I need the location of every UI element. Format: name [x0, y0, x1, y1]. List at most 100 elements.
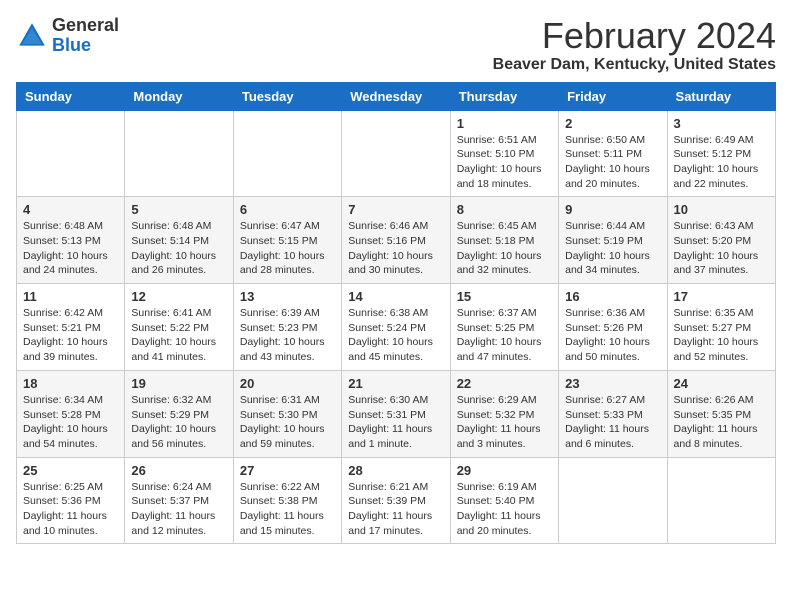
calendar-cell: 14 Sunrise: 6:38 AM Sunset: 5:24 PM Dayli… — [342, 284, 450, 371]
day-info: Sunrise: 6:32 AM Sunset: 5:29 PM Dayligh… — [131, 393, 226, 452]
day-number: 2 — [565, 116, 660, 131]
header: General Blue February 2024 Beaver Dam, K… — [16, 16, 776, 74]
calendar-cell — [125, 110, 233, 197]
day-info: Sunrise: 6:21 AM Sunset: 5:39 PM Dayligh… — [348, 480, 443, 539]
day-info: Sunrise: 6:29 AM Sunset: 5:32 PM Dayligh… — [457, 393, 552, 452]
day-info: Sunrise: 6:39 AM Sunset: 5:23 PM Dayligh… — [240, 306, 335, 365]
day-number: 26 — [131, 463, 226, 478]
calendar-week-row: 25 Sunrise: 6:25 AM Sunset: 5:36 PM Dayli… — [17, 457, 776, 544]
calendar-cell — [667, 457, 775, 544]
calendar-cell: 15 Sunrise: 6:37 AM Sunset: 5:25 PM Dayli… — [450, 284, 558, 371]
day-info: Sunrise: 6:22 AM Sunset: 5:38 PM Dayligh… — [240, 480, 335, 539]
weekday-header-tuesday: Tuesday — [233, 82, 341, 110]
day-info: Sunrise: 6:26 AM Sunset: 5:35 PM Dayligh… — [674, 393, 769, 452]
day-info: Sunrise: 6:31 AM Sunset: 5:30 PM Dayligh… — [240, 393, 335, 452]
day-number: 10 — [674, 202, 769, 217]
logo-blue-text: Blue — [52, 35, 91, 55]
day-info: Sunrise: 6:35 AM Sunset: 5:27 PM Dayligh… — [674, 306, 769, 365]
logo-text: General Blue — [52, 16, 119, 56]
day-number: 13 — [240, 289, 335, 304]
calendar-cell — [233, 110, 341, 197]
day-info: Sunrise: 6:19 AM Sunset: 5:40 PM Dayligh… — [457, 480, 552, 539]
weekday-header-monday: Monday — [125, 82, 233, 110]
day-number: 4 — [23, 202, 118, 217]
location-title: Beaver Dam, Kentucky, United States — [493, 56, 776, 74]
calendar-cell: 12 Sunrise: 6:41 AM Sunset: 5:22 PM Dayli… — [125, 284, 233, 371]
day-number: 16 — [565, 289, 660, 304]
day-number: 1 — [457, 116, 552, 131]
month-title: February 2024 — [493, 16, 776, 56]
day-number: 20 — [240, 376, 335, 391]
day-info: Sunrise: 6:37 AM Sunset: 5:25 PM Dayligh… — [457, 306, 552, 365]
calendar-cell: 17 Sunrise: 6:35 AM Sunset: 5:27 PM Dayli… — [667, 284, 775, 371]
calendar-cell: 7Sunrise: 6:46 AM Sunset: 5:16 PM Daylig… — [342, 197, 450, 284]
day-number: 21 — [348, 376, 443, 391]
day-info: Sunrise: 6:34 AM Sunset: 5:28 PM Dayligh… — [23, 393, 118, 452]
day-number: 9 — [565, 202, 660, 217]
day-number: 6 — [240, 202, 335, 217]
calendar-cell: 6 Sunrise: 6:47 AM Sunset: 5:15 PM Daylig… — [233, 197, 341, 284]
calendar-cell: 11 Sunrise: 6:42 AM Sunset: 5:21 PM Dayli… — [17, 284, 125, 371]
day-number: 14 — [348, 289, 443, 304]
calendar-week-row: 4 Sunrise: 6:48 AM Sunset: 5:13 PM Daylig… — [17, 197, 776, 284]
calendar-cell: 9 Sunrise: 6:44 AM Sunset: 5:19 PM Daylig… — [559, 197, 667, 284]
logo-icon — [16, 20, 48, 52]
day-number: 28 — [348, 463, 443, 478]
calendar-cell: 4 Sunrise: 6:48 AM Sunset: 5:13 PM Daylig… — [17, 197, 125, 284]
calendar-table: SundayMondayTuesdayWednesdayThursdayFrid… — [16, 82, 776, 545]
calendar-cell: 21 Sunrise: 6:30 AM Sunset: 5:31 PM Dayli… — [342, 370, 450, 457]
calendar-cell: 29Sunrise: 6:19 AM Sunset: 5:40 PM Dayli… — [450, 457, 558, 544]
day-number: 11 — [23, 289, 118, 304]
day-number: 23 — [565, 376, 660, 391]
calendar-cell: 25 Sunrise: 6:25 AM Sunset: 5:36 PM Dayli… — [17, 457, 125, 544]
calendar-cell: 5Sunrise: 6:48 AM Sunset: 5:14 PM Daylig… — [125, 197, 233, 284]
calendar-cell: 24 Sunrise: 6:26 AM Sunset: 5:35 PM Dayli… — [667, 370, 775, 457]
day-info: Sunrise: 6:48 AM Sunset: 5:14 PM Dayligh… — [131, 219, 226, 278]
calendar-week-row: 18Sunrise: 6:34 AM Sunset: 5:28 PM Dayli… — [17, 370, 776, 457]
calendar-cell — [342, 110, 450, 197]
day-info: Sunrise: 6:44 AM Sunset: 5:19 PM Dayligh… — [565, 219, 660, 278]
calendar-cell: 1 Sunrise: 6:51 AM Sunset: 5:10 PM Daylig… — [450, 110, 558, 197]
weekday-header-wednesday: Wednesday — [342, 82, 450, 110]
calendar-cell: 10 Sunrise: 6:43 AM Sunset: 5:20 PM Dayli… — [667, 197, 775, 284]
day-info: Sunrise: 6:30 AM Sunset: 5:31 PM Dayligh… — [348, 393, 443, 452]
calendar-cell: 13 Sunrise: 6:39 AM Sunset: 5:23 PM Dayli… — [233, 284, 341, 371]
calendar-cell: 2 Sunrise: 6:50 AM Sunset: 5:11 PM Daylig… — [559, 110, 667, 197]
day-info: Sunrise: 6:46 AM Sunset: 5:16 PM Dayligh… — [348, 219, 443, 278]
logo: General Blue — [16, 16, 119, 56]
weekday-header-row: SundayMondayTuesdayWednesdayThursdayFrid… — [17, 82, 776, 110]
day-info: Sunrise: 6:49 AM Sunset: 5:12 PM Dayligh… — [674, 133, 769, 192]
calendar-cell: 16 Sunrise: 6:36 AM Sunset: 5:26 PM Dayli… — [559, 284, 667, 371]
day-info: Sunrise: 6:51 AM Sunset: 5:10 PM Dayligh… — [457, 133, 552, 192]
calendar-cell: 23Sunrise: 6:27 AM Sunset: 5:33 PM Dayli… — [559, 370, 667, 457]
calendar-cell: 26Sunrise: 6:24 AM Sunset: 5:37 PM Dayli… — [125, 457, 233, 544]
day-number: 8 — [457, 202, 552, 217]
day-info: Sunrise: 6:38 AM Sunset: 5:24 PM Dayligh… — [348, 306, 443, 365]
day-info: Sunrise: 6:47 AM Sunset: 5:15 PM Dayligh… — [240, 219, 335, 278]
day-number: 15 — [457, 289, 552, 304]
day-number: 12 — [131, 289, 226, 304]
day-info: Sunrise: 6:50 AM Sunset: 5:11 PM Dayligh… — [565, 133, 660, 192]
day-info: Sunrise: 6:43 AM Sunset: 5:20 PM Dayligh… — [674, 219, 769, 278]
day-info: Sunrise: 6:25 AM Sunset: 5:36 PM Dayligh… — [23, 480, 118, 539]
day-info: Sunrise: 6:36 AM Sunset: 5:26 PM Dayligh… — [565, 306, 660, 365]
day-number: 17 — [674, 289, 769, 304]
weekday-header-sunday: Sunday — [17, 82, 125, 110]
day-number: 27 — [240, 463, 335, 478]
calendar-cell — [17, 110, 125, 197]
day-number: 3 — [674, 116, 769, 131]
day-info: Sunrise: 6:42 AM Sunset: 5:21 PM Dayligh… — [23, 306, 118, 365]
day-number: 22 — [457, 376, 552, 391]
calendar-cell: 18Sunrise: 6:34 AM Sunset: 5:28 PM Dayli… — [17, 370, 125, 457]
day-number: 24 — [674, 376, 769, 391]
calendar-cell: 20 Sunrise: 6:31 AM Sunset: 5:30 PM Dayli… — [233, 370, 341, 457]
weekday-header-saturday: Saturday — [667, 82, 775, 110]
calendar-cell — [559, 457, 667, 544]
day-number: 25 — [23, 463, 118, 478]
calendar-cell: 28 Sunrise: 6:21 AM Sunset: 5:39 PM Dayli… — [342, 457, 450, 544]
day-info: Sunrise: 6:45 AM Sunset: 5:18 PM Dayligh… — [457, 219, 552, 278]
title-section: February 2024 Beaver Dam, Kentucky, Unit… — [493, 16, 776, 74]
calendar-cell: 8 Sunrise: 6:45 AM Sunset: 5:18 PM Daylig… — [450, 197, 558, 284]
day-info: Sunrise: 6:48 AM Sunset: 5:13 PM Dayligh… — [23, 219, 118, 278]
day-info: Sunrise: 6:41 AM Sunset: 5:22 PM Dayligh… — [131, 306, 226, 365]
